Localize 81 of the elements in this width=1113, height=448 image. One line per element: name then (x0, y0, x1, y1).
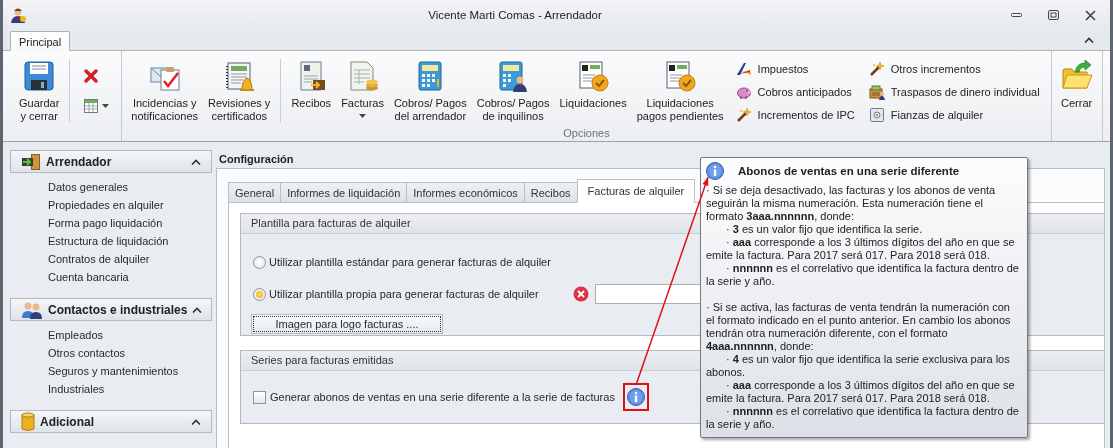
section-title: Contactos e industriales (48, 302, 188, 317)
sidebar-item[interactable]: Industriales (48, 380, 105, 398)
piggy-bank-icon (735, 84, 752, 100)
document-seal-icon (664, 60, 697, 92)
logo-image-button[interactable]: Imagen para logo facturas .... (251, 314, 443, 334)
radio-label[interactable]: Utilizar plantilla propia para generar facturas de alquiler (269, 288, 539, 300)
section-header[interactable]: Adicional (10, 410, 212, 433)
tooltip-text: · nnnnnn es el correlativo que identifica la factura dentro de la serie y año. (706, 262, 1020, 288)
magic-wand-icon (735, 107, 752, 123)
ribbon-button[interactable]: Recibos (287, 57, 336, 127)
group-label: Opciones (562, 127, 611, 141)
tooltip-text: · aaa corresponde a los 3 últimos dígitos del año en que se emite la factura. Para 2017 será 017. Para 2018 será 018. (706, 236, 1016, 262)
radio-button[interactable] (253, 287, 266, 301)
sidebar-item[interactable]: Datos generales (48, 178, 129, 196)
ribbon-button[interactable]: Traspasos de dinero individual (866, 82, 1042, 102)
ribbon-button[interactable]: Incrementos de IPC (733, 105, 857, 125)
radio-label[interactable]: Utilizar plantilla estándar para generar facturas de alquiler (269, 256, 551, 268)
caret-icon (102, 104, 110, 108)
sidebar-item[interactable]: Cuenta bancaria (48, 268, 129, 286)
tax-agency-logo-icon (735, 61, 752, 77)
calculator-person-icon (497, 60, 530, 92)
minimize-icon (1010, 13, 1022, 17)
tab[interactable]: Facturas de alquiler (576, 179, 696, 203)
ribbon-button[interactable]: Incidencias y notificaciones (127, 57, 202, 127)
section-title: Adicional (40, 414, 95, 429)
tab[interactable]: Informes de liquidación (280, 182, 408, 203)
tooltip-text: · aaa corresponde a los 3 últimos dígitos del año en que se emite la factura. Para 2017 será 017. Para 2018 será 018. (706, 379, 1016, 405)
notebook-bell-icon (223, 60, 256, 92)
section-header[interactable]: Arrendador (10, 150, 212, 173)
panel-title: Configuración (218, 152, 295, 167)
tooltip-text: · Si se activa, las facturas de venta tendrán la numeración con el formato indicado en el punto anterior. En cambio los abonos tendrán otra numeración diferente, con el formato 4aaa.nnnnnn, donde: (706, 301, 1012, 353)
checkbox-label[interactable]: Generar abonos de ventas en una serie diferente a la serie de facturas (270, 391, 615, 403)
tab[interactable]: General (228, 182, 282, 203)
folder-arrow-icon (1060, 60, 1093, 92)
info-icon[interactable] (626, 388, 645, 406)
ribbon-button[interactable]: Impuestos (733, 59, 857, 79)
tooltip-text: · 3 es un valor fijo que identifica la serie. (725, 223, 924, 236)
ribbon-button[interactable]: Facturas (337, 57, 388, 127)
ribbon-button[interactable]: Guardar y cerrar (15, 57, 64, 126)
sidebar-item[interactable]: Empleados (48, 326, 104, 344)
section-title: Arrendador (46, 154, 113, 169)
ribbon-button[interactable]: Fianzas de alquiler (866, 105, 1042, 125)
ribbon-tab[interactable]: Principal (10, 31, 71, 51)
ribbon-button[interactable]: Liquidaciones (555, 57, 631, 127)
close-icon (1084, 9, 1096, 21)
radio-button[interactable] (253, 255, 266, 269)
ribbon-button[interactable]: Liquidaciones pagos pendientes (632, 57, 728, 127)
ribbon-button[interactable]: Cobros/ Pagos de inquilinos (472, 57, 554, 127)
delete-icon (83, 68, 100, 84)
cylinder-icon (21, 411, 35, 432)
caret-icon (359, 114, 366, 118)
sidebar-item[interactable]: Seguros y mantenimientos (48, 362, 179, 380)
section-header[interactable]: Contactos e industriales (10, 298, 212, 321)
tab[interactable]: Recibos (523, 182, 578, 203)
ribbon-button[interactable]: Cobros anticipados (733, 82, 857, 102)
user-icon (10, 7, 26, 23)
restore-icon (1047, 10, 1059, 20)
window-title: Vicente Marti Comas - Arrendador (427, 9, 603, 21)
document-seal-icon (577, 60, 610, 92)
collapse-ribbon-button[interactable] (1082, 35, 1096, 45)
tooltip-title: Abonos de ventas en una serie diferente (738, 164, 960, 178)
table-icon (83, 98, 100, 114)
magic-wand-icon (868, 61, 885, 77)
tooltip-text: · nnnnnn es el correlativo que identifica la factura dentro de la serie y año. (706, 405, 1020, 431)
safe-icon (868, 107, 885, 123)
sidebar-item[interactable]: Forma pago liquidación (48, 214, 163, 232)
sidebar-item[interactable]: Estructura de liquidación (48, 232, 169, 250)
tab[interactable]: Informes económicos (406, 182, 525, 203)
door-arrow-icon (21, 152, 41, 171)
checkbox[interactable] (253, 390, 266, 404)
ribbon-button[interactable]: Cobros/ Pagos del arrendador (389, 57, 471, 127)
sidebar-item[interactable]: Otros contactos (48, 344, 126, 362)
info-icon (706, 162, 724, 180)
error-icon (572, 286, 589, 302)
sidebar-item[interactable]: Contratos de alquiler (48, 250, 150, 268)
people-icon (21, 300, 43, 319)
sidebar-item[interactable]: Propiedades en alquiler (48, 196, 164, 214)
ribbon-button[interactable]: Otros incrementos (866, 59, 1042, 79)
cash-register-person-icon (868, 84, 885, 100)
ribbon-button[interactable]: Cerrar (1056, 57, 1097, 124)
ribbon-button[interactable]: Revisiones y certificados (204, 57, 275, 127)
